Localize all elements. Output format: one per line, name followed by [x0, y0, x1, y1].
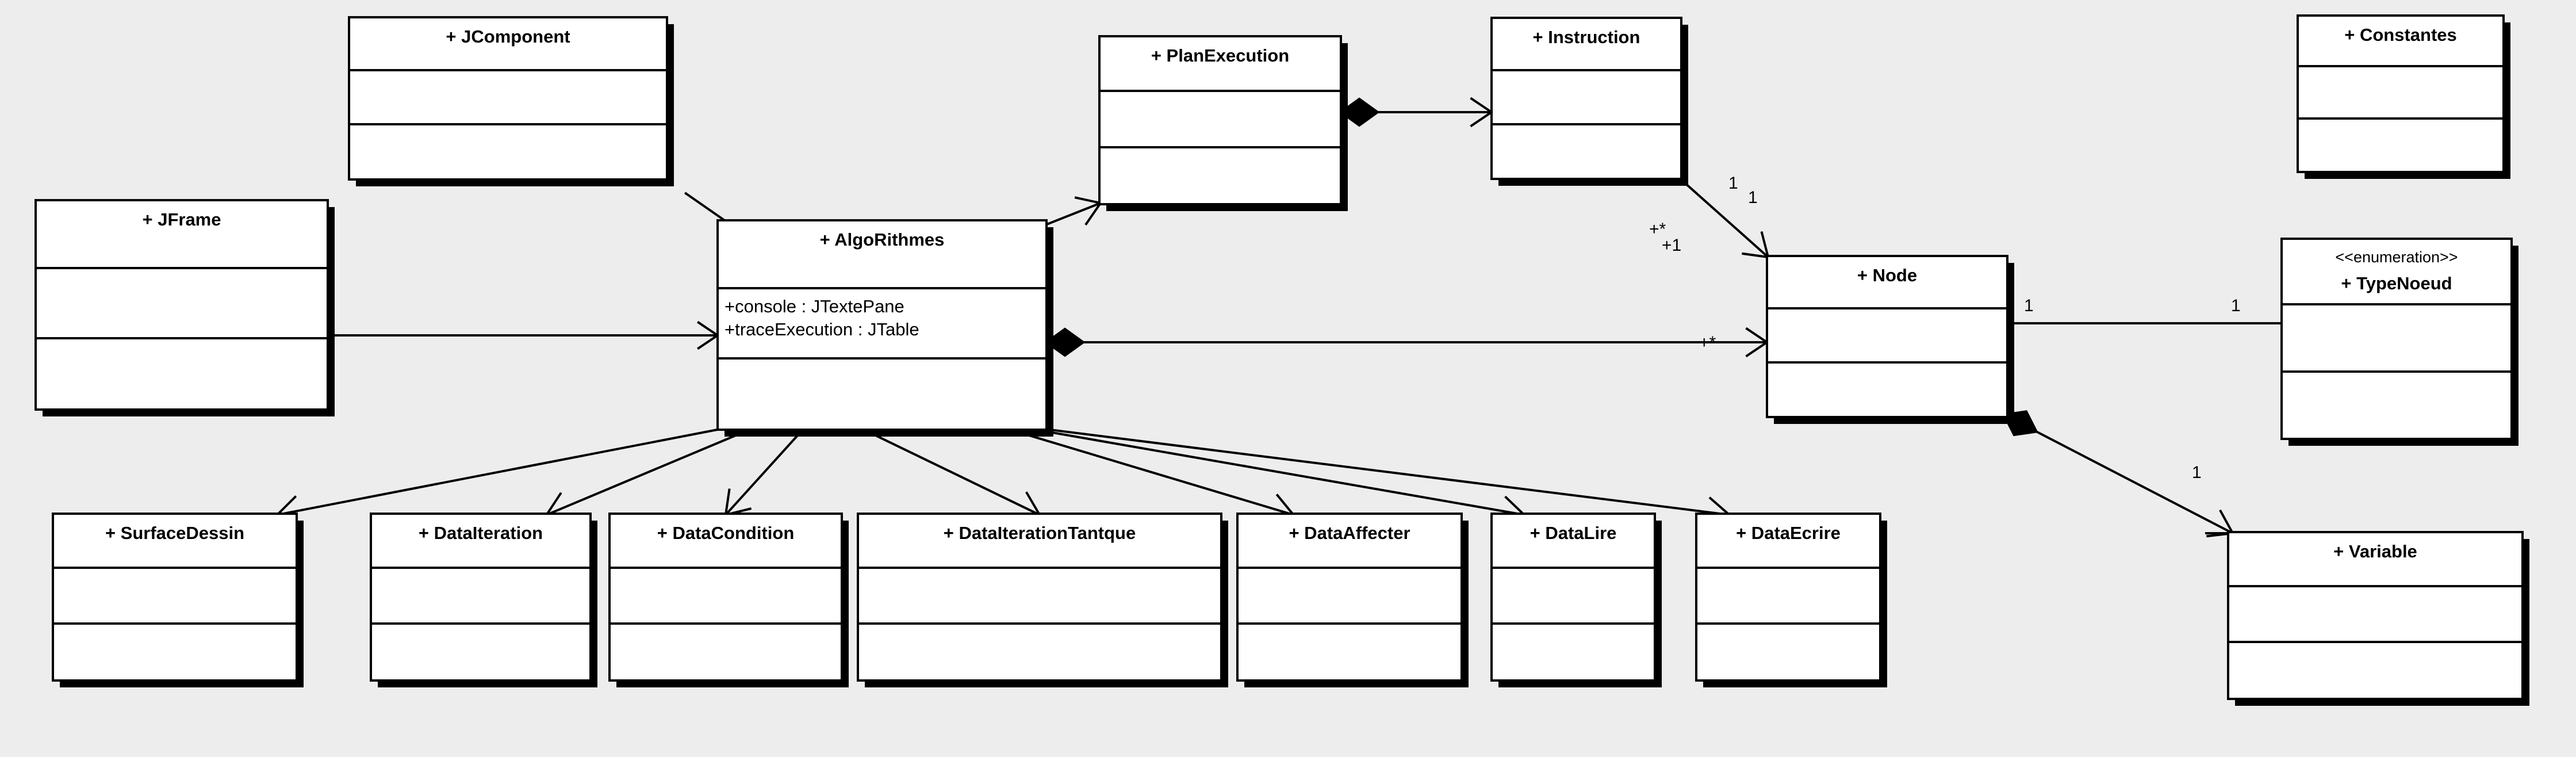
- diagram-svg: + JComponent + PlanExecution + Instruction…: [34, 14, 2529, 706]
- class-name: + TypeNoeud: [2341, 273, 2452, 293]
- relation-association-algorithmes-datalire[interactable]: [1029, 427, 1525, 527]
- multiplicity-label: 1: [1728, 174, 1738, 193]
- class-box-variable[interactable]: + Variable: [2227, 531, 2529, 706]
- class-box-constantes[interactable]: + Constantes: [2297, 14, 2510, 179]
- relation-composition-algorithmes-node[interactable]: [1044, 327, 1768, 358]
- relation-line: [861, 427, 1040, 516]
- class-name: + Instruction: [1533, 27, 1640, 47]
- class-name: + DataIterationTantque: [944, 523, 1136, 543]
- class-name: + Node: [1857, 265, 1917, 285]
- class-box-planexecution[interactable]: + PlanExecution: [1098, 35, 1348, 211]
- multiplicity-label: +*: [1699, 333, 1716, 352]
- class-name: + JComponent: [446, 26, 570, 47]
- class-box-jframe[interactable]: + JFrame: [34, 199, 335, 416]
- class-box-typenoeud[interactable]: <<enumeration>> + TypeNoeud: [2280, 238, 2518, 446]
- multiplicity-label: 1: [2192, 463, 2202, 482]
- class-box-instruction[interactable]: + Instruction: [1490, 17, 1688, 186]
- relation-line: [277, 426, 730, 516]
- class-box-dataiteration[interactable]: + DataIteration: [370, 513, 597, 687]
- uml-class-diagram-canvas: + JComponent + PlanExecution + Instruction…: [0, 0, 2576, 757]
- relation-line: [546, 427, 753, 516]
- class-attribute: +console : JTextePane: [724, 296, 904, 316]
- relation-line: [724, 427, 805, 516]
- class-name: + Variable: [2333, 541, 2417, 561]
- relation-line: [1040, 427, 1730, 516]
- class-box-dataecrire[interactable]: + DataEcrire: [1695, 513, 1887, 687]
- class-name: + PlanExecution: [1151, 45, 1289, 66]
- relation-association-algorithmes-dataecrire[interactable]: [1040, 427, 1730, 528]
- class-box-datalire[interactable]: + DataLire: [1490, 513, 1662, 687]
- class-name: + DataAffecter: [1289, 523, 1410, 543]
- relation-line: [2035, 430, 2233, 534]
- class-box-datacondition[interactable]: + DataCondition: [608, 513, 849, 687]
- class-name: + SurfaceDessin: [105, 523, 244, 543]
- relation-association-algorithmes-surfacedessin[interactable]: [276, 426, 730, 526]
- class-name: + DataLire: [1530, 523, 1617, 543]
- relation-line: [1029, 427, 1525, 516]
- class-box-jcomponent[interactable]: + JComponent: [348, 16, 674, 186]
- multiplicity-label: 1: [2231, 296, 2241, 315]
- relation-line: [684, 192, 726, 221]
- class-box-dataiterationtantque[interactable]: + DataIterationTantque: [857, 513, 1228, 687]
- relation-association-algorithmes-planexecution[interactable]: [1045, 196, 1102, 226]
- class-name: + Constantes: [2344, 25, 2457, 45]
- multiplicity-label: 1: [1748, 188, 1758, 207]
- class-box-frame: [2280, 238, 2513, 440]
- relation-association-jframe-algorithmes[interactable]: [328, 320, 719, 350]
- class-box-surfacedessin[interactable]: + SurfaceDessin: [52, 513, 304, 687]
- class-box-algorithmes[interactable]: + AlgoRithmes +console : JTextePane +trace…: [716, 219, 1053, 437]
- relation-composition-planexecution-instruction[interactable]: [1339, 97, 1493, 128]
- multiplicity-label: +1: [1662, 236, 1681, 255]
- class-name: + JFrame: [142, 209, 221, 230]
- class-name: + AlgoRithmes: [820, 230, 945, 250]
- relation-association-algorithmes-dataiterationtantque[interactable]: [861, 427, 1041, 520]
- class-box-node[interactable]: + Node: [1766, 255, 2014, 424]
- relation-association-algorithmes-datacondition[interactable]: [724, 427, 805, 516]
- class-name: + DataCondition: [657, 523, 795, 543]
- class-name: + DataIteration: [419, 523, 543, 543]
- class-box-frame: [34, 199, 329, 411]
- class-stereotype: <<enumeration>>: [2335, 248, 2458, 266]
- classes-layer: + JComponent + PlanExecution + Instruction…: [34, 14, 2529, 706]
- class-attribute: +traceExecution : JTable: [724, 319, 919, 339]
- class-box-dataaffecter[interactable]: + DataAffecter: [1236, 513, 1469, 687]
- class-name: + DataEcrire: [1736, 523, 1841, 543]
- multiplicity-label: 1: [2024, 296, 2034, 315]
